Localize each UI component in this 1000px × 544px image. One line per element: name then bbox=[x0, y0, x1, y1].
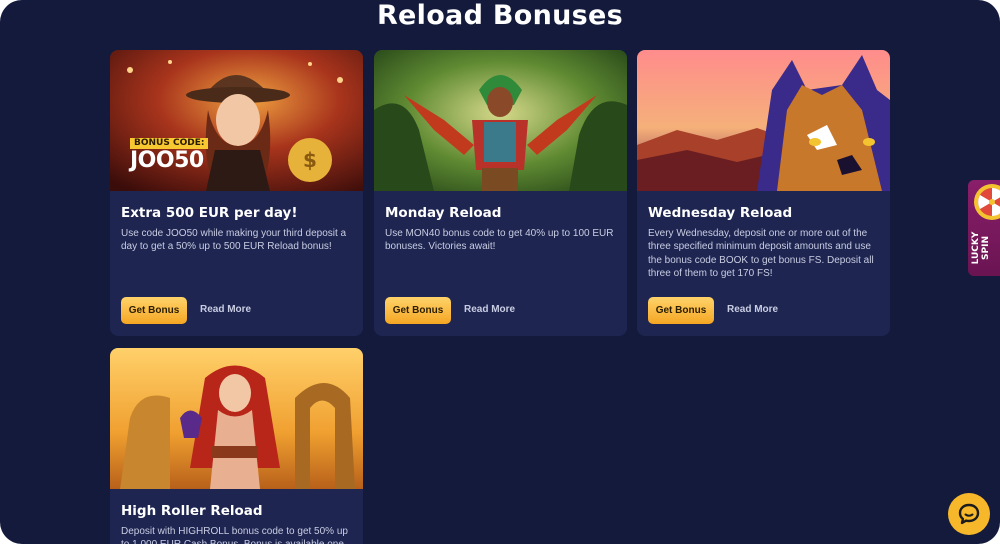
chat-bubble-icon bbox=[958, 503, 980, 525]
bonus-card-wednesday-reload: Wednesday Reload Every Wednesday, deposi… bbox=[637, 50, 890, 336]
page-title: Reload Bonuses bbox=[376, 0, 624, 31]
card-title: Extra 500 EUR per day! bbox=[121, 205, 298, 221]
svg-text:$: $ bbox=[303, 148, 317, 172]
bonus-card-monday-reload: Monday Reload Use MON40 bonus code to ge… bbox=[374, 50, 627, 336]
card-title: Wednesday Reload bbox=[648, 205, 793, 221]
card-description: Use code JOO50 while making your third d… bbox=[121, 228, 347, 253]
bonus-card-extra-500: $ BONUS CODE: JOO50 Extra 500 EUR per da… bbox=[110, 50, 363, 336]
card-image-aztec-warrior bbox=[374, 50, 627, 191]
page-frame: Reload Bonuses $ BONUS CODE: JOO50 Extra… bbox=[0, 0, 1000, 544]
lucky-spin-label-line1: LUCKY bbox=[971, 231, 981, 265]
bonus-card-high-roller: High Roller Reload Deposit with HIGHROLL… bbox=[110, 348, 363, 544]
lucky-spin-label-line2: SPIN bbox=[981, 236, 991, 260]
bonus-code-badge-value: JOO50 bbox=[130, 148, 204, 173]
fortune-wheel-icon bbox=[974, 184, 1000, 220]
card-description: Deposit with HIGHROLL bonus code to get … bbox=[121, 526, 348, 544]
card-image-wolf bbox=[637, 50, 890, 191]
live-chat-button[interactable] bbox=[948, 493, 990, 535]
bonus-code-badge-label: BONUS CODE: bbox=[134, 138, 205, 148]
read-more-link[interactable]: Read More bbox=[200, 304, 251, 315]
lucky-spin-label: LUCKY SPIN bbox=[971, 226, 991, 270]
card-description: Every Wednesday, deposit one or more out… bbox=[648, 228, 874, 280]
card-image-cowgirl: $ BONUS CODE: JOO50 bbox=[110, 50, 363, 191]
card-image-sorceress bbox=[110, 348, 363, 489]
read-more-link[interactable]: Read More bbox=[464, 304, 515, 315]
get-bonus-button[interactable]: Get Bonus bbox=[121, 297, 187, 324]
get-bonus-button[interactable]: Get Bonus bbox=[385, 297, 451, 324]
card-title: Monday Reload bbox=[385, 205, 502, 221]
get-bonus-button[interactable]: Get Bonus bbox=[648, 297, 714, 324]
card-title: High Roller Reload bbox=[121, 503, 263, 519]
lucky-spin-tab[interactable]: LUCKY SPIN bbox=[968, 180, 1000, 276]
read-more-link[interactable]: Read More bbox=[727, 304, 778, 315]
card-description: Use MON40 bonus code to get 40% up to 10… bbox=[385, 228, 614, 253]
